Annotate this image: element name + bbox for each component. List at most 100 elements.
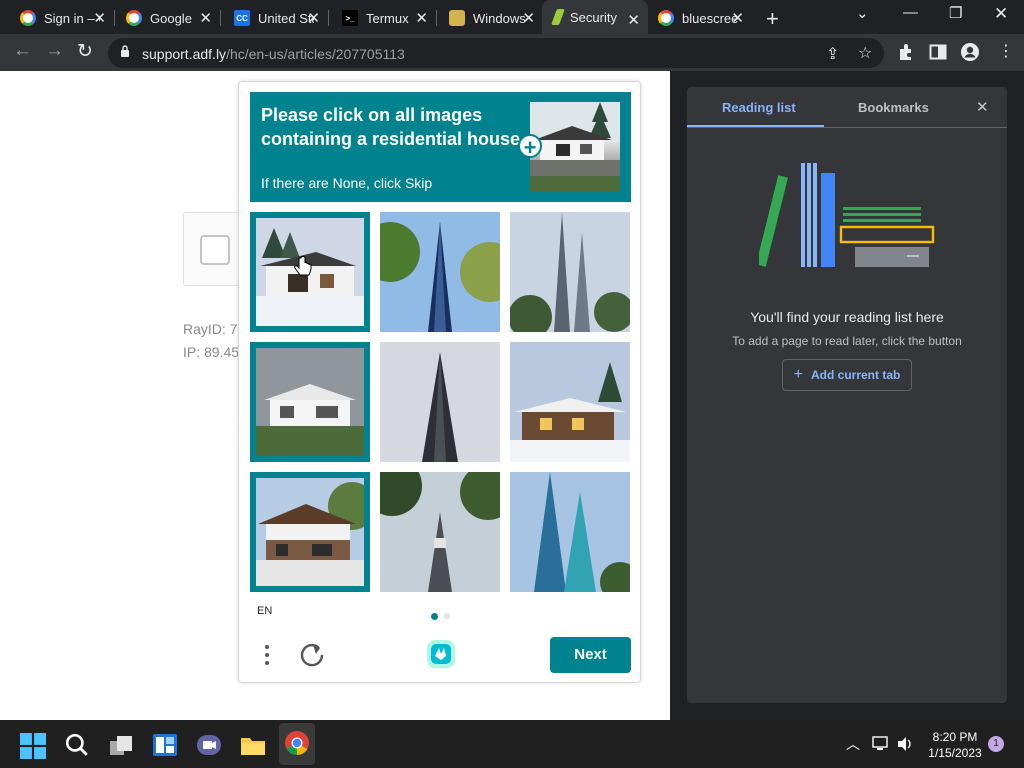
close-tab-icon[interactable]: ✕	[199, 9, 212, 27]
taskbar: ︿ 8:20 PM 1/15/2023 1	[0, 720, 1024, 768]
captcha-tile-3[interactable]	[510, 212, 630, 332]
file-explorer-icon[interactable]	[240, 732, 266, 758]
captcha-prompt: Please click on all images containing a …	[261, 105, 521, 149]
extensions-icon[interactable]	[897, 43, 915, 61]
captcha-tile-2[interactable]	[380, 212, 500, 332]
show-hidden-icons-icon[interactable]: ︿	[846, 734, 860, 754]
system-clock[interactable]: 8:20 PM 1/15/2023	[925, 729, 985, 761]
add-current-tab-label: Add current tab	[811, 368, 901, 382]
captcha-tile-8[interactable]	[380, 472, 500, 592]
reading-list-subtitle: To add a page to read later, click the b…	[732, 334, 962, 348]
restore-icon[interactable]: ❐	[949, 4, 962, 22]
back-icon[interactable]: ←	[13, 40, 32, 62]
bookmark-star-icon[interactable]: ☆	[858, 43, 872, 63]
google-icon	[20, 10, 36, 26]
volume-icon[interactable]	[897, 736, 915, 752]
close-window-icon[interactable]: ✕	[994, 4, 1008, 24]
tab-label: Windows	[473, 10, 526, 26]
tab-strip: Sign in – Google ✕ Google ✕ CC United St…	[0, 0, 1024, 34]
tab-label: Security	[570, 9, 617, 25]
browser-toolbar: ← → ↻ support.adf.ly/hc/en-us/articles/2…	[0, 34, 1024, 71]
captcha-tile-7[interactable]	[250, 472, 370, 592]
cc-icon: CC	[234, 10, 250, 26]
verify-checkbox[interactable]	[200, 235, 230, 265]
example-image	[530, 102, 620, 192]
tab-united-states[interactable]: CC United States ✕	[222, 4, 329, 32]
captcha-tile-6[interactable]	[510, 342, 630, 462]
refresh-challenge-icon[interactable]	[299, 642, 325, 668]
captcha-tile-5[interactable]	[380, 342, 500, 462]
close-tab-icon[interactable]: ✕	[627, 11, 640, 29]
url-text: support.adf.ly/hc/en-us/articles/2077051…	[142, 46, 405, 62]
adfly-icon	[551, 9, 565, 25]
tab-windows[interactable]: Windows ✕	[437, 4, 543, 32]
page-indicator-active	[431, 613, 438, 620]
close-tab-icon[interactable]: ✕	[415, 9, 428, 27]
tab-google[interactable]: Google ✕	[114, 4, 221, 32]
close-panel-icon[interactable]: ✕	[976, 98, 989, 116]
google-icon	[658, 10, 674, 26]
hand-cursor-icon	[294, 256, 312, 276]
widgets-icon[interactable]	[152, 732, 178, 758]
tab-label: Google	[150, 10, 192, 26]
tab-search-icon[interactable]: ⌄	[856, 4, 869, 22]
teams-chat-icon[interactable]	[196, 732, 222, 758]
house-image	[256, 478, 364, 586]
kebab-menu-icon[interactable]: ⋮	[998, 41, 1014, 61]
lock-icon	[121, 45, 129, 57]
tower-image	[380, 212, 500, 332]
add-current-tab-button[interactable]: + Add current tab	[782, 359, 912, 391]
network-icon[interactable]	[872, 736, 890, 752]
close-tab-icon[interactable]: ✕	[522, 9, 535, 27]
captcha-tile-9[interactable]	[510, 472, 630, 592]
panel-divider	[687, 127, 1007, 128]
reading-list-title: You'll find your reading list here	[750, 309, 944, 325]
address-bar[interactable]: support.adf.ly/hc/en-us/articles/2077051…	[108, 38, 884, 68]
clock-time: 8:20 PM	[932, 730, 978, 744]
new-tab-icon[interactable]: +	[766, 6, 779, 32]
tower-image	[380, 342, 500, 462]
clock-date: 1/15/2023	[928, 746, 982, 760]
language-selector[interactable]: EN	[257, 605, 272, 617]
expand-example-icon[interactable]: +	[518, 134, 542, 159]
ray-id: RayID: 78	[183, 321, 246, 337]
tab-security[interactable]: Security ✕	[542, 0, 648, 34]
page-indicator	[444, 613, 450, 619]
hcaptcha-logo	[427, 640, 455, 668]
tab-bluescreen[interactable]: bluescreen ✕	[646, 4, 752, 32]
captcha-header: Please click on all images containing a …	[250, 92, 631, 202]
minimize-icon[interactable]: —	[903, 4, 918, 21]
task-view-icon[interactable]	[108, 733, 134, 759]
terminal-icon: >_	[342, 10, 358, 26]
google-icon	[126, 10, 142, 26]
side-panel-icon[interactable]	[929, 43, 947, 61]
close-tab-icon[interactable]: ✕	[93, 9, 106, 27]
close-tab-icon[interactable]: ✕	[731, 9, 744, 27]
tab-label: Sign in – Google	[44, 10, 100, 26]
captcha-challenge: Please click on all images containing a …	[238, 81, 641, 683]
tab-reading-list[interactable]: Reading list	[722, 100, 796, 115]
tab-termux[interactable]: >_ Termux ✕	[330, 4, 437, 32]
start-icon[interactable]	[20, 733, 46, 759]
tab-bookmarks[interactable]: Bookmarks	[858, 100, 929, 115]
next-button[interactable]: Next	[550, 637, 631, 673]
tower-image	[380, 472, 500, 592]
reload-icon[interactable]: ↻	[77, 40, 93, 63]
tower-image	[510, 212, 630, 332]
tab-sign-in[interactable]: Sign in – Google ✕	[8, 4, 115, 32]
chrome-icon[interactable]	[284, 730, 310, 756]
profile-icon[interactable]	[960, 42, 980, 62]
search-icon[interactable]	[64, 732, 90, 758]
captcha-tile-4[interactable]	[250, 342, 370, 462]
tower-image	[510, 472, 630, 592]
captcha-tile-1[interactable]	[250, 212, 370, 332]
reading-list-panel: Reading list Bookmarks ✕ You'll find you…	[687, 87, 1007, 703]
notification-badge[interactable]: 1	[988, 736, 1004, 752]
house-image	[256, 348, 364, 456]
forward-icon[interactable]: →	[45, 40, 64, 62]
captcha-subtitle: If there are None, click Skip	[261, 175, 433, 191]
share-icon[interactable]: ⇪	[826, 44, 839, 64]
captcha-menu-icon[interactable]	[263, 642, 271, 670]
tab-label: bluescreen	[682, 10, 738, 26]
close-tab-icon[interactable]: ✕	[307, 9, 320, 27]
